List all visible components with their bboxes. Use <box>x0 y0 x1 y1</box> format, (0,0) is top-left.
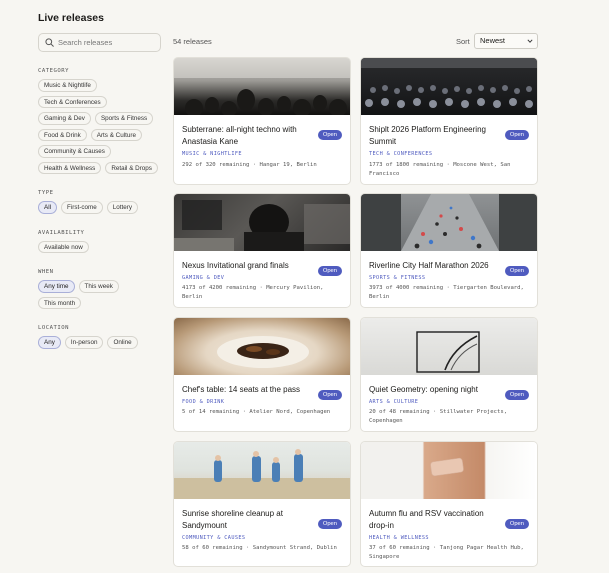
status-badge: Open <box>317 519 342 529</box>
card-title: Riverline City Half Marathon 2026 <box>369 261 489 270</box>
card-image-vaccination <box>361 442 537 499</box>
results-count: 54 releases <box>173 37 212 46</box>
category-label: CATEGORY <box>38 68 69 74</box>
chip-location-any[interactable]: Any <box>38 336 61 349</box>
chip-available-now[interactable]: Available now <box>38 240 89 253</box>
release-card[interactable]: Riverline City Half Marathon 2026 Open S… <box>360 193 538 308</box>
card-title: Nexus Invitational grand finals <box>182 261 289 270</box>
card-title: Chef's table: 14 seats at the pass <box>182 385 301 394</box>
card-title: Subterrane: all-night techno with Anasta… <box>182 125 297 146</box>
release-card[interactable]: Shiplt 2026 Platform Engineering Summit … <box>360 57 538 185</box>
chip-retail-drops[interactable]: Retail & Drops <box>105 161 158 174</box>
card-meta: 5 of 14 remaining · Atelier Nord, Copenh… <box>182 409 331 415</box>
chevron-down-icon <box>527 39 533 43</box>
chip-arts-culture[interactable]: Arts & Culture <box>90 128 142 141</box>
chip-in-person[interactable]: In-person <box>64 336 104 349</box>
card-category: FOOD & DRINK <box>182 399 225 405</box>
release-card[interactable]: Subterrane: all-night techno with Anasta… <box>173 57 351 185</box>
search-input[interactable] <box>58 38 158 47</box>
card-image-concert <box>174 58 350 115</box>
when-label: WHEN <box>38 269 54 275</box>
type-chips: All First-come Lottery <box>38 201 162 214</box>
card-title: Quiet Geometry: opening night <box>369 385 478 394</box>
sort-value: Newest <box>480 36 506 45</box>
chip-food-drink[interactable]: Food & Drink <box>38 128 87 141</box>
card-meta: 37 of 60 remaining · Tanjong Pagar Healt… <box>369 545 524 560</box>
search-box[interactable] <box>38 33 161 52</box>
sort-select[interactable]: Newest <box>474 33 538 49</box>
chip-music-nightlife[interactable]: Music & Nightlife <box>38 79 97 92</box>
chip-type-all[interactable]: All <box>38 201 57 214</box>
card-category: TECH & CONFERENCES <box>369 151 433 157</box>
card-image-gaming <box>174 194 350 251</box>
card-meta: 58 of 60 remaining · Sandymount Strand, … <box>182 545 337 551</box>
chip-sports-fitness[interactable]: Sports & Fitness <box>94 112 154 125</box>
card-category: COMMUNITY & CAUSES <box>182 535 246 541</box>
card-title: Sunrise shoreline cleanup at Sandymount <box>182 509 283 530</box>
status-badge: Open <box>504 390 529 400</box>
status-badge: Open <box>504 130 529 140</box>
chip-type-lottery[interactable]: Lottery <box>106 201 139 214</box>
type-label: TYPE <box>38 190 54 196</box>
chip-gaming-dev[interactable]: Gaming & Dev <box>38 112 91 125</box>
sort-label: Sort <box>456 37 470 46</box>
release-card[interactable]: Quiet Geometry: opening night Open ARTS … <box>360 317 538 432</box>
chip-this-month[interactable]: This month <box>38 296 82 309</box>
card-meta: 4173 of 4200 remaining · Mercury Pavilio… <box>182 285 324 300</box>
chip-this-week[interactable]: This week <box>78 280 119 293</box>
release-card[interactable]: Nexus Invitational grand finals Open GAM… <box>173 193 351 308</box>
card-category: HEALTH & WELLNESS <box>369 535 429 541</box>
card-category: MUSIC & NIGHTLIFE <box>182 151 242 157</box>
card-category: ARTS & CULTURE <box>369 399 419 405</box>
status-badge: Open <box>504 519 529 529</box>
card-title: Autumn flu and RSV vaccination drop-in <box>369 509 484 530</box>
category-chips: Music & Nightlife Tech & Conferences Gam… <box>38 79 162 174</box>
search-icon <box>45 38 54 47</box>
release-card[interactable]: Chef's table: 14 seats at the pass Open … <box>173 317 351 432</box>
card-meta: 1773 of 1800 remaining · Moscone West, S… <box>369 162 511 177</box>
chip-any-time[interactable]: Any time <box>38 280 75 293</box>
card-image-dish <box>174 318 350 375</box>
card-title: Shiplt 2026 Platform Engineering Summit <box>369 125 486 146</box>
release-card[interactable]: Autumn flu and RSV vaccination drop-in O… <box>360 441 538 567</box>
card-image-gallery <box>361 318 537 375</box>
page-title: Live releases <box>38 12 104 24</box>
availability-label: AVAILABILITY <box>38 229 85 236</box>
card-meta: 292 of 320 remaining · Hangar 19, Berlin <box>182 162 317 168</box>
status-badge: Open <box>317 266 342 276</box>
card-meta: 3973 of 4000 remaining · Tiergarten Boul… <box>369 285 524 300</box>
location-label: LOCATION <box>38 325 69 331</box>
chip-community-causes[interactable]: Community & Causes <box>38 145 111 158</box>
status-badge: Open <box>317 130 342 140</box>
card-category: GAMING & DEV <box>182 275 225 281</box>
release-card[interactable]: Sunrise shoreline cleanup at Sandymount … <box>173 441 351 567</box>
card-image-marathon <box>361 194 537 251</box>
chip-tech-conferences[interactable]: Tech & Conferences <box>38 95 107 108</box>
chip-type-first-come[interactable]: First-come <box>61 201 103 214</box>
chip-health-wellness[interactable]: Health & Wellness <box>38 161 102 174</box>
card-category: SPORTS & FITNESS <box>369 275 426 281</box>
card-meta: 20 of 48 remaining · Stillwater Projects… <box>369 409 508 424</box>
when-chips: Any time This week This month <box>38 280 162 309</box>
status-badge: Open <box>504 266 529 276</box>
availability-chips: Available now <box>38 240 162 253</box>
filter-sidebar: CATEGORY Music & Nightlife Tech & Confer… <box>38 33 162 349</box>
chip-online[interactable]: Online <box>107 336 138 349</box>
card-image-beach-cleanup <box>174 442 350 499</box>
location-chips: Any In-person Online <box>38 336 162 349</box>
status-badge: Open <box>317 390 342 400</box>
card-image-conference <box>361 58 537 115</box>
